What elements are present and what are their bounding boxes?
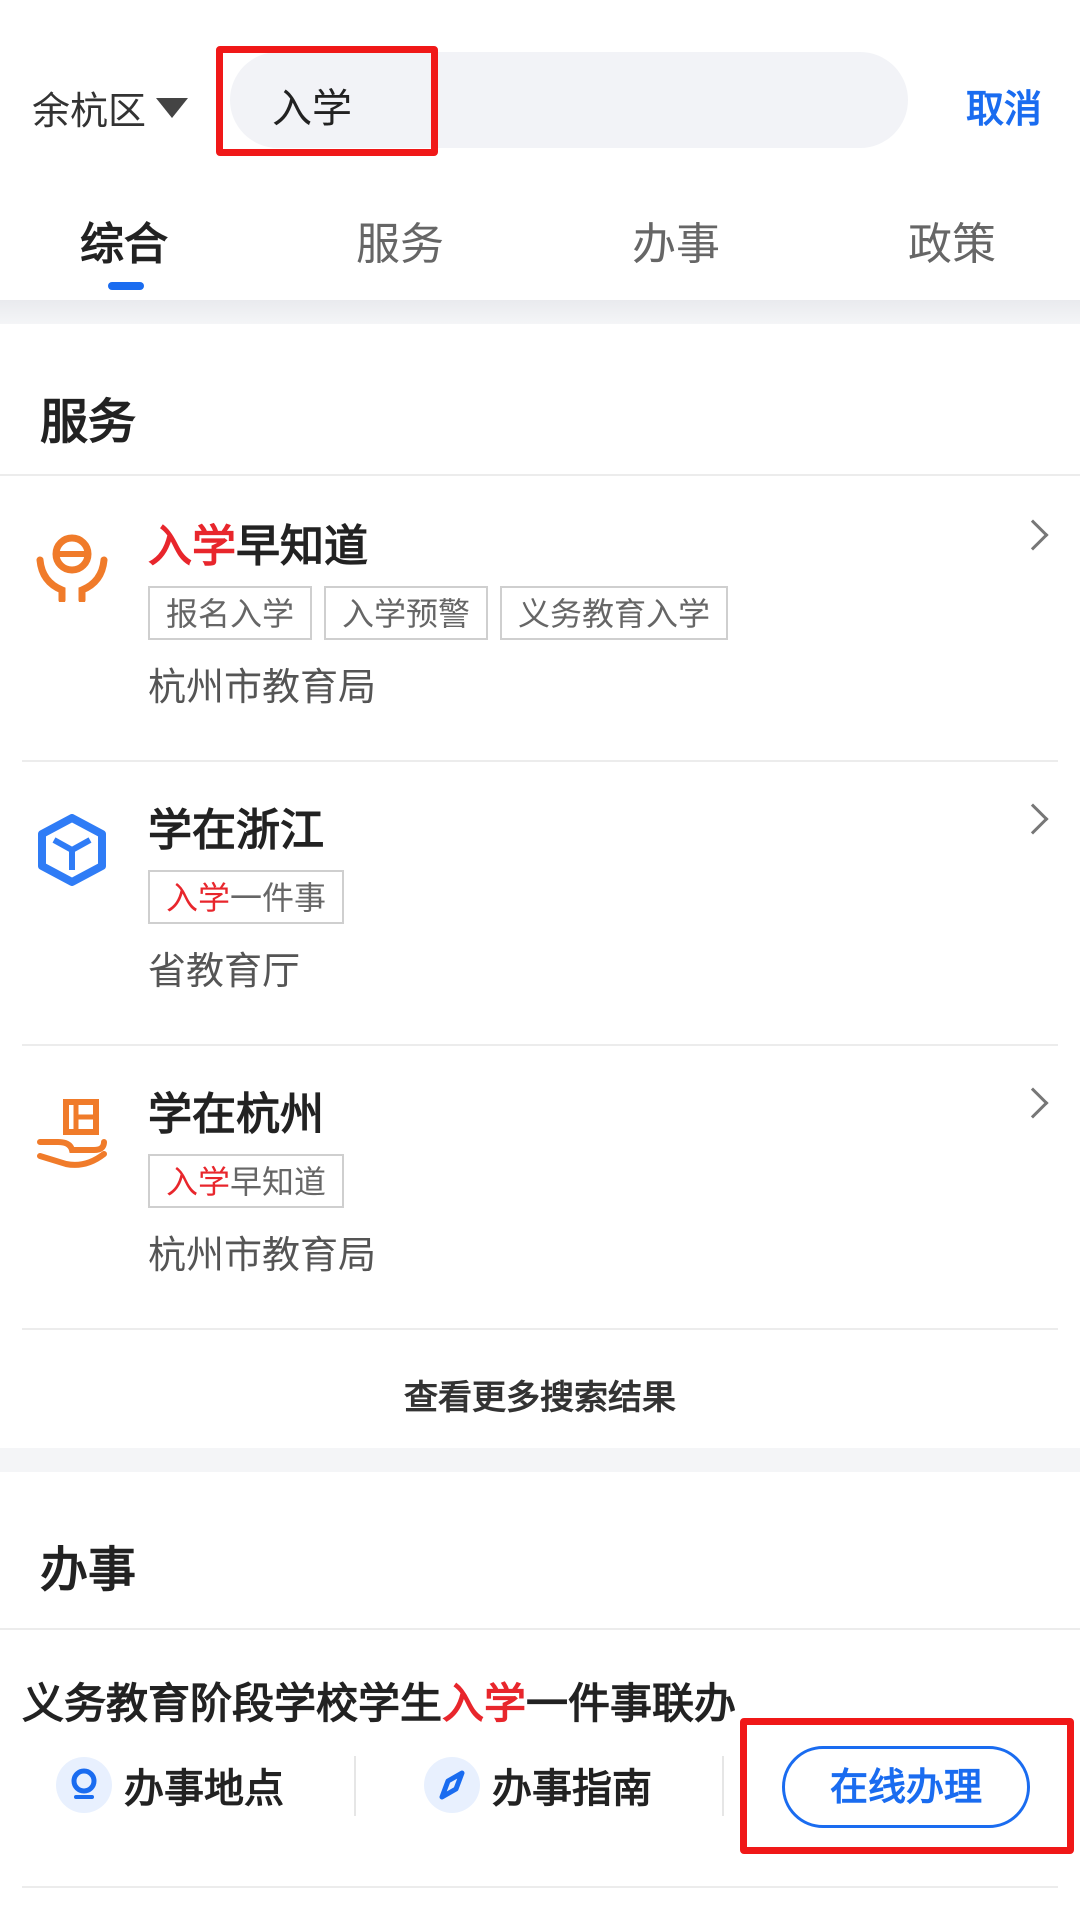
affair-title-highlight: 入学 bbox=[442, 1679, 527, 1728]
compass-icon bbox=[424, 1757, 480, 1813]
divider bbox=[22, 1886, 1058, 1888]
service-name-highlight: 入学 bbox=[148, 521, 236, 572]
service-name: 学在杭州 bbox=[148, 1089, 324, 1140]
chevron-right-icon bbox=[1017, 1087, 1049, 1119]
location-label: 办事地点 bbox=[124, 1766, 284, 1812]
cube-icon bbox=[38, 814, 106, 886]
hand-book-icon bbox=[37, 1099, 107, 1168]
tab-affairs[interactable]: 办事 bbox=[632, 208, 720, 272]
divider bbox=[0, 474, 1080, 476]
divider bbox=[722, 1756, 724, 1816]
annotation-box-search bbox=[216, 46, 438, 156]
location-button[interactable]: 办事地点 bbox=[56, 1756, 284, 1814]
service-tag[interactable]: 义务教育入学 bbox=[500, 586, 729, 640]
chevron-right-icon bbox=[1017, 519, 1049, 551]
service-item-study-hangzhou[interactable]: 学在杭州 入学早知道 杭州市教育局 bbox=[0, 1046, 1080, 1328]
affair-title-post: 一件事联办 bbox=[526, 1679, 737, 1728]
service-tags: 入学一件事 bbox=[148, 870, 345, 924]
service-department: 杭州市教育局 bbox=[148, 1233, 377, 1277]
service-item-study-zhejiang[interactable]: 学在浙江 入学一件事 省教育厅 bbox=[0, 762, 1080, 1044]
affair-title-pre: 义务教育阶段学校学生 bbox=[22, 1679, 443, 1728]
tag-highlight: 入学 bbox=[166, 879, 231, 917]
guide-button[interactable]: 办事指南 bbox=[424, 1756, 652, 1814]
service-tags: 入学早知道 bbox=[148, 1154, 345, 1208]
service-tag[interactable]: 入学预警 bbox=[324, 586, 489, 640]
result-tabs: 综合 服务 办事 政策 bbox=[0, 200, 1080, 300]
chevron-right-icon bbox=[1017, 803, 1049, 835]
divider bbox=[0, 1628, 1080, 1630]
service-name-rest: 早知道 bbox=[236, 521, 368, 572]
tab-policies[interactable]: 政策 bbox=[908, 208, 996, 272]
service-item-admission-info[interactable]: 入学早知道 报名入学 入学预警 义务教育入学 杭州市教育局 bbox=[0, 478, 1080, 760]
service-name: 入学早知道 bbox=[148, 510, 368, 574]
divider bbox=[354, 1756, 356, 1816]
annotation-box-online bbox=[740, 1718, 1074, 1854]
tab-all[interactable]: 综合 bbox=[80, 208, 168, 272]
tab-services[interactable]: 服务 bbox=[356, 208, 444, 272]
service-tag[interactable]: 报名入学 bbox=[148, 586, 313, 640]
tag-rest: 早知道 bbox=[230, 1163, 327, 1201]
district-label: 余杭区 bbox=[32, 89, 147, 133]
services-section-title: 服务 bbox=[40, 394, 137, 450]
hands-e-icon bbox=[36, 534, 108, 602]
service-tag[interactable]: 入学早知道 bbox=[148, 1154, 345, 1208]
section-gap bbox=[0, 1448, 1080, 1472]
more-results-link[interactable]: 查看更多搜索结果 bbox=[0, 1370, 1080, 1419]
location-pin-icon bbox=[56, 1757, 112, 1813]
cancel-button[interactable]: 取消 bbox=[966, 78, 1042, 133]
active-tab-indicator bbox=[108, 282, 144, 290]
caret-down-icon bbox=[156, 97, 189, 118]
service-name: 学在浙江 bbox=[148, 805, 324, 856]
section-gap bbox=[0, 300, 1080, 324]
tag-highlight: 入学 bbox=[166, 1163, 231, 1201]
service-department: 杭州市教育局 bbox=[148, 665, 377, 709]
guide-label: 办事指南 bbox=[492, 1766, 652, 1812]
affair-item-title[interactable]: 义务教育阶段学校学生入学一件事联办 bbox=[22, 1670, 736, 1731]
divider bbox=[22, 1328, 1058, 1330]
tag-rest: 一件事 bbox=[230, 879, 327, 917]
affairs-section-title: 办事 bbox=[40, 1542, 137, 1598]
district-selector[interactable]: 余杭区 bbox=[32, 80, 189, 135]
service-department: 省教育厅 bbox=[148, 949, 301, 993]
service-tag[interactable]: 入学一件事 bbox=[148, 870, 345, 924]
service-tags: 报名入学 入学预警 义务教育入学 bbox=[148, 586, 729, 640]
